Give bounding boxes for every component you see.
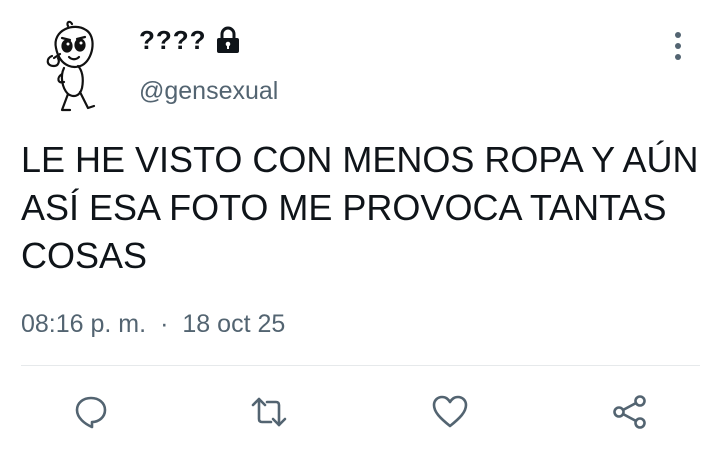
- tweet-text: LE HE VISTO CON MENOS ROPA Y AÚN ASÍ ESA…: [21, 136, 701, 280]
- tweet-text-line: COSAS: [21, 235, 148, 276]
- share-icon: [613, 395, 646, 429]
- user-handle[interactable]: @gensexual: [139, 76, 278, 106]
- share-button[interactable]: [610, 392, 650, 432]
- tweet-timestamp[interactable]: 08:16 p. m. · 18 oct 25: [21, 308, 285, 340]
- meta-separator: ·: [160, 310, 169, 338]
- retweet-icon: [251, 397, 287, 427]
- like-button[interactable]: [430, 392, 470, 432]
- cartoon-character-avatar-icon: [46, 20, 96, 112]
- reply-button[interactable]: [71, 392, 111, 432]
- more-options-icon[interactable]: [664, 30, 692, 62]
- tweet-text-line: ASÍ ESA FOTO ME PROVOCA TANTAS: [21, 187, 667, 228]
- tweet-text-line: LE HE VISTO CON MENOS ROPA Y AÚN: [21, 139, 699, 180]
- tweet-date: 18 oct 25: [182, 310, 286, 338]
- avatar[interactable]: [34, 18, 114, 114]
- retweet-button[interactable]: [249, 392, 289, 432]
- lock-icon: [215, 26, 241, 54]
- heart-icon: [432, 395, 468, 428]
- display-name: ????: [139, 25, 207, 55]
- divider: [21, 365, 700, 366]
- reply-icon: [75, 396, 107, 429]
- tweet-time: 08:16 p. m.: [21, 310, 147, 338]
- display-name-row[interactable]: ????: [139, 24, 241, 56]
